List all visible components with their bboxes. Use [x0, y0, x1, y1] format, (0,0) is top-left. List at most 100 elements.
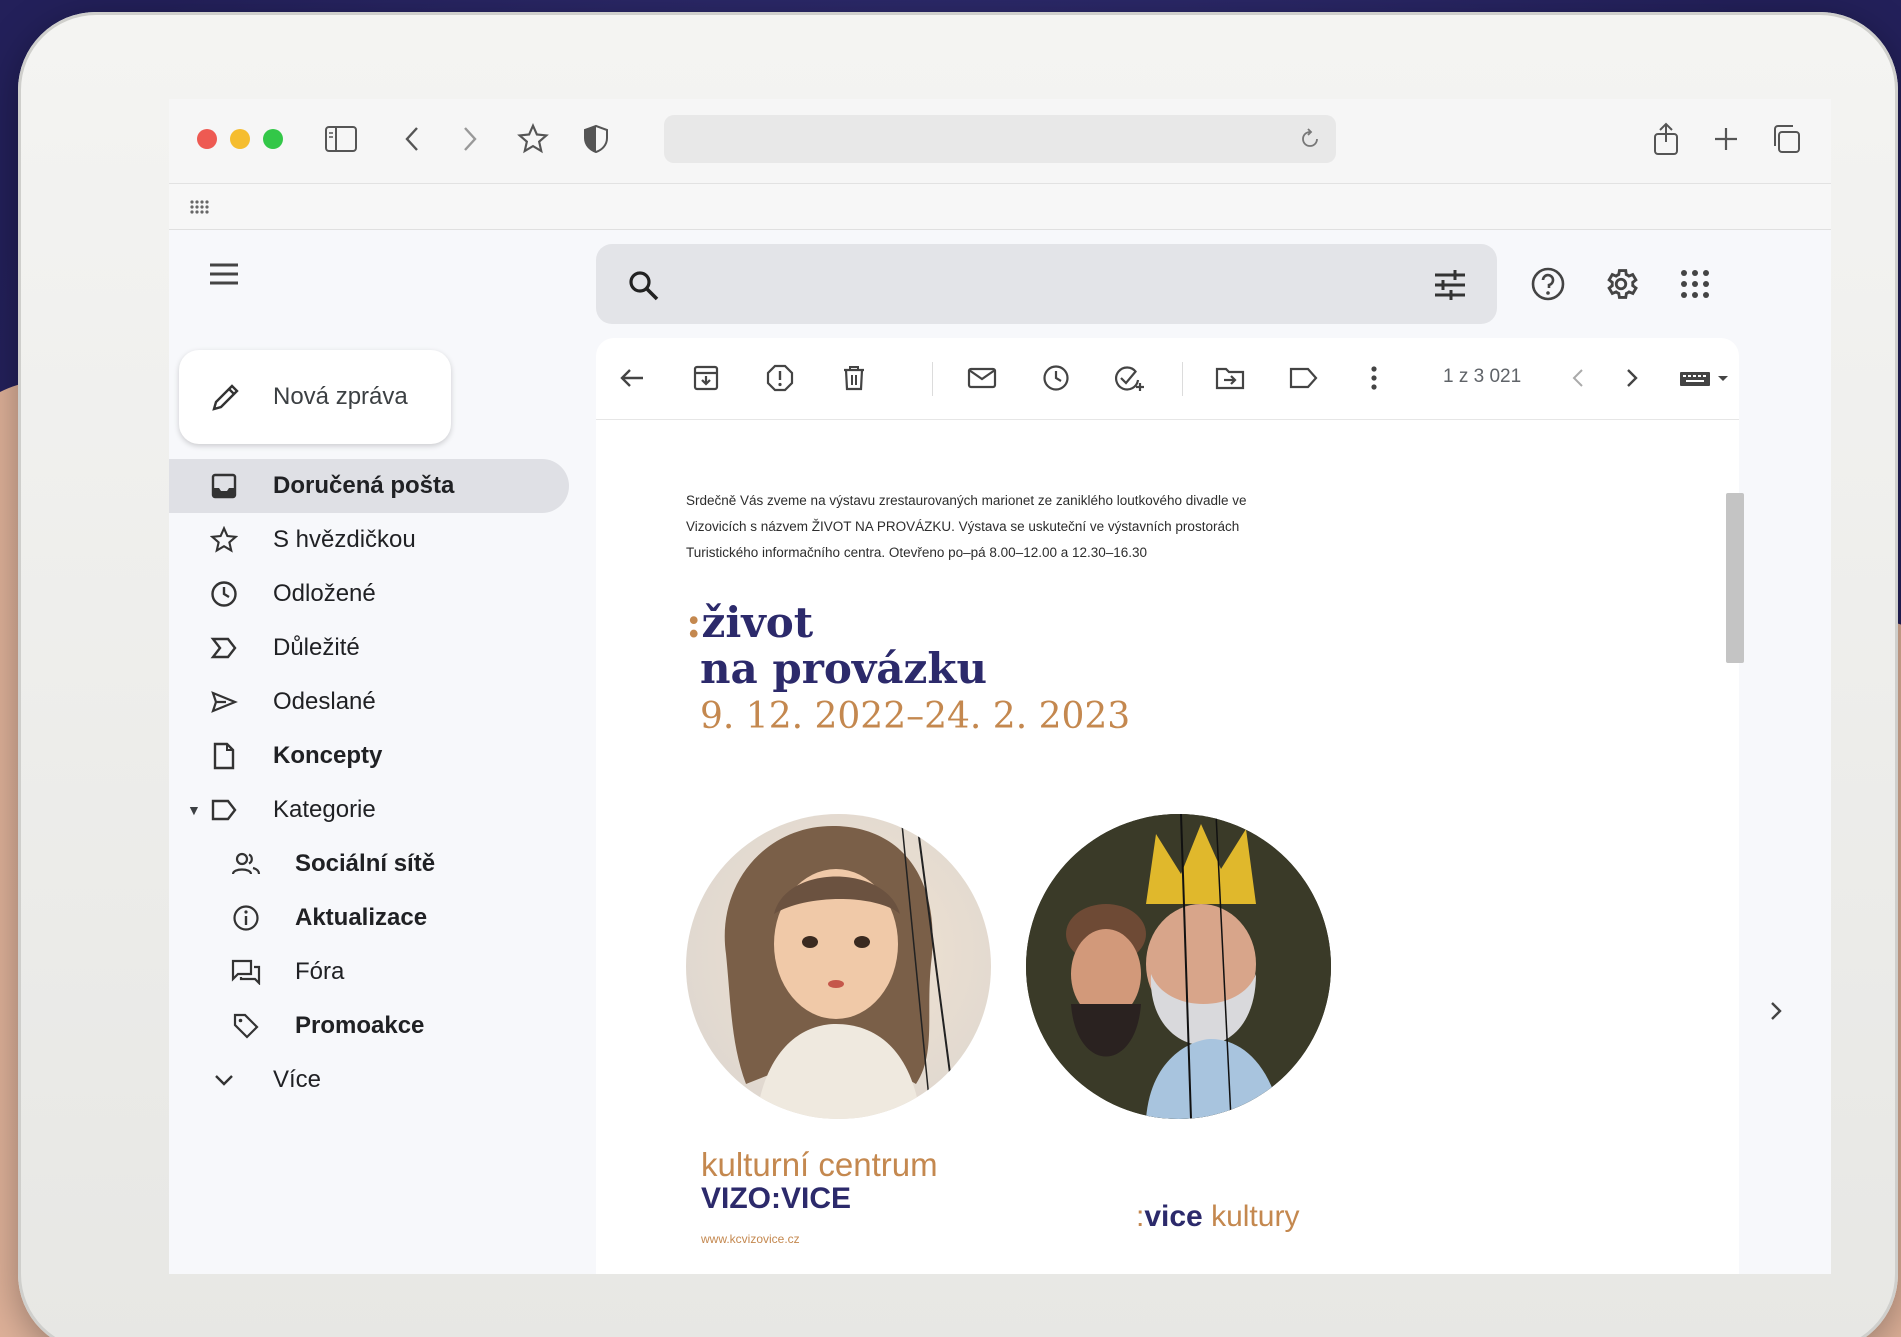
star-icon — [209, 525, 239, 555]
compose-button[interactable]: Nová zpráva — [179, 350, 451, 444]
toolbar-divider — [1182, 362, 1183, 396]
more-options-icon[interactable] — [1354, 358, 1394, 398]
compose-label: Nová zpráva — [273, 383, 408, 410]
google-apps-icon[interactable] — [1675, 264, 1715, 304]
marionette-king-photo — [1026, 814, 1331, 1119]
nav-label: S hvězdičkou — [273, 526, 416, 553]
labels-icon[interactable] — [1284, 358, 1324, 398]
nav-item-starred[interactable]: S hvězdičkou — [169, 513, 569, 567]
nav-item-social[interactable]: Sociální sítě — [169, 837, 569, 891]
email-intro-text: Srdečně Vás zveme na výstavu zrestaurova… — [686, 493, 1247, 560]
nav-label: Kategorie — [273, 796, 376, 823]
slogan-word-2: kultury — [1211, 1200, 1300, 1233]
nav-label: Doručená pošta — [273, 472, 455, 499]
settings-gear-icon[interactable] — [1601, 264, 1641, 304]
nav-item-drafts[interactable]: Koncepty — [169, 729, 569, 783]
inbox-icon — [209, 471, 239, 501]
email-content: Srdečně Vás zveme na výstavu zrestaurova… — [686, 488, 1586, 742]
poster-title: :život — [686, 600, 1586, 646]
pagination-label: 1 z 3 021 — [1443, 366, 1522, 387]
info-icon — [231, 903, 261, 933]
favorites-bar — [169, 184, 1831, 230]
mail-search-bar[interactable] — [596, 244, 1497, 324]
nav-item-inbox[interactable]: Doručená pošta — [169, 459, 569, 513]
nav-label: Aktualizace — [295, 904, 428, 931]
new-tab-icon[interactable] — [1706, 119, 1746, 159]
delete-trash-icon[interactable] — [834, 358, 874, 398]
pencil-icon — [212, 384, 239, 411]
move-to-folder-icon[interactable] — [1210, 358, 1250, 398]
title-colon: : — [686, 598, 702, 647]
search-options-icon[interactable] — [1433, 268, 1467, 302]
help-icon[interactable] — [1528, 264, 1568, 304]
message-scrollbar[interactable] — [1726, 493, 1744, 663]
minimize-window-button[interactable] — [230, 129, 250, 149]
exhibition-dates: 9. 12. 2022–24. 2. 2023 — [700, 696, 1131, 737]
slogan: :vice kultury — [1136, 1200, 1299, 1234]
important-marker-icon — [209, 633, 239, 663]
mark-unread-icon[interactable] — [962, 358, 1002, 398]
clock-icon — [209, 579, 239, 609]
nav-label: Více — [273, 1066, 322, 1093]
search-icon[interactable] — [626, 268, 660, 302]
back-to-inbox-icon[interactable] — [612, 358, 652, 398]
back-arrow-icon[interactable] — [392, 119, 432, 159]
apps-grid-small-icon[interactable] — [189, 199, 211, 215]
toolbar-divider — [932, 362, 933, 396]
nav-item-more[interactable]: Více — [169, 1053, 569, 1107]
tab-overview-icon[interactable] — [1766, 119, 1806, 159]
draft-document-icon — [209, 741, 239, 771]
nav-item-updates[interactable]: Aktualizace — [169, 891, 569, 945]
label-icon — [209, 795, 239, 825]
nav-label: Sociální sítě — [295, 850, 436, 877]
nav-label: Koncepty — [273, 742, 383, 769]
mail-app: Nová zpráva Doručená pošta S hvězdičkou … — [169, 230, 1831, 1274]
address-bar[interactable] — [664, 115, 1336, 163]
tablet-frame: Nová zpráva Doručená pošta S hvězdičkou … — [18, 12, 1898, 1337]
add-to-tasks-icon[interactable] — [1110, 358, 1150, 398]
nav-item-important[interactable]: Důležité — [169, 621, 569, 675]
mail-folder-nav: Doručená pošta S hvězdičkou Odložené Důl… — [169, 459, 569, 1107]
brand-line-1: kulturní centrum — [701, 1146, 938, 1183]
share-icon[interactable] — [1646, 119, 1686, 159]
older-chevron-icon[interactable] — [1612, 358, 1652, 398]
nav-label: Důležité — [273, 634, 360, 661]
close-window-button[interactable] — [197, 129, 217, 149]
nav-item-sent[interactable]: Odeslané — [169, 675, 569, 729]
main-menu-icon[interactable] — [204, 254, 244, 294]
nav-item-snoozed[interactable]: Odložené — [169, 567, 569, 621]
nav-item-forums[interactable]: Fóra — [169, 945, 569, 999]
reload-icon[interactable] — [1298, 127, 1322, 151]
nav-label: Odložené — [273, 580, 376, 607]
bookmark-star-icon[interactable] — [513, 119, 553, 159]
zoom-window-button[interactable] — [263, 129, 283, 149]
forward-arrow-icon[interactable] — [450, 119, 490, 159]
send-icon — [209, 687, 239, 717]
nav-item-promotions[interactable]: Promoakce — [169, 999, 569, 1053]
slogan-word-1: vice — [1144, 1200, 1203, 1233]
nav-label: Fóra — [295, 958, 345, 985]
archive-icon[interactable] — [686, 358, 726, 398]
report-spam-icon[interactable] — [760, 358, 800, 398]
input-tools-keyboard-icon[interactable] — [1678, 358, 1734, 398]
tag-icon — [231, 1011, 261, 1041]
newer-chevron-icon[interactable] — [1558, 358, 1598, 398]
forum-icon — [231, 957, 261, 987]
caret-down-icon[interactable]: ▼ — [187, 802, 201, 818]
nav-label: Odeslané — [273, 688, 376, 715]
people-icon — [231, 849, 261, 879]
nav-label: Promoakce — [295, 1012, 425, 1039]
snooze-clock-icon[interactable] — [1036, 358, 1076, 398]
nav-item-categories[interactable]: ▼ Kategorie — [169, 783, 569, 837]
privacy-shield-icon[interactable] — [576, 119, 616, 159]
message-toolbar: 1 z 3 021 — [596, 338, 1739, 420]
title-line-2: na provázku — [700, 644, 987, 693]
expand-side-panel-icon[interactable] — [1769, 1000, 1783, 1027]
browser-toolbar — [169, 99, 1831, 184]
message-view: 1 z 3 021 Srdečně Vás zveme na výstavu z… — [596, 338, 1744, 1274]
brand-line-2: VIZO:VICE — [701, 1182, 852, 1215]
title-line-1: život — [701, 598, 814, 647]
sidebar-toggle-icon[interactable] — [321, 119, 361, 159]
brand-website-link[interactable]: www.kcvizovice.cz — [701, 1232, 800, 1246]
chevron-down-icon — [209, 1065, 239, 1095]
